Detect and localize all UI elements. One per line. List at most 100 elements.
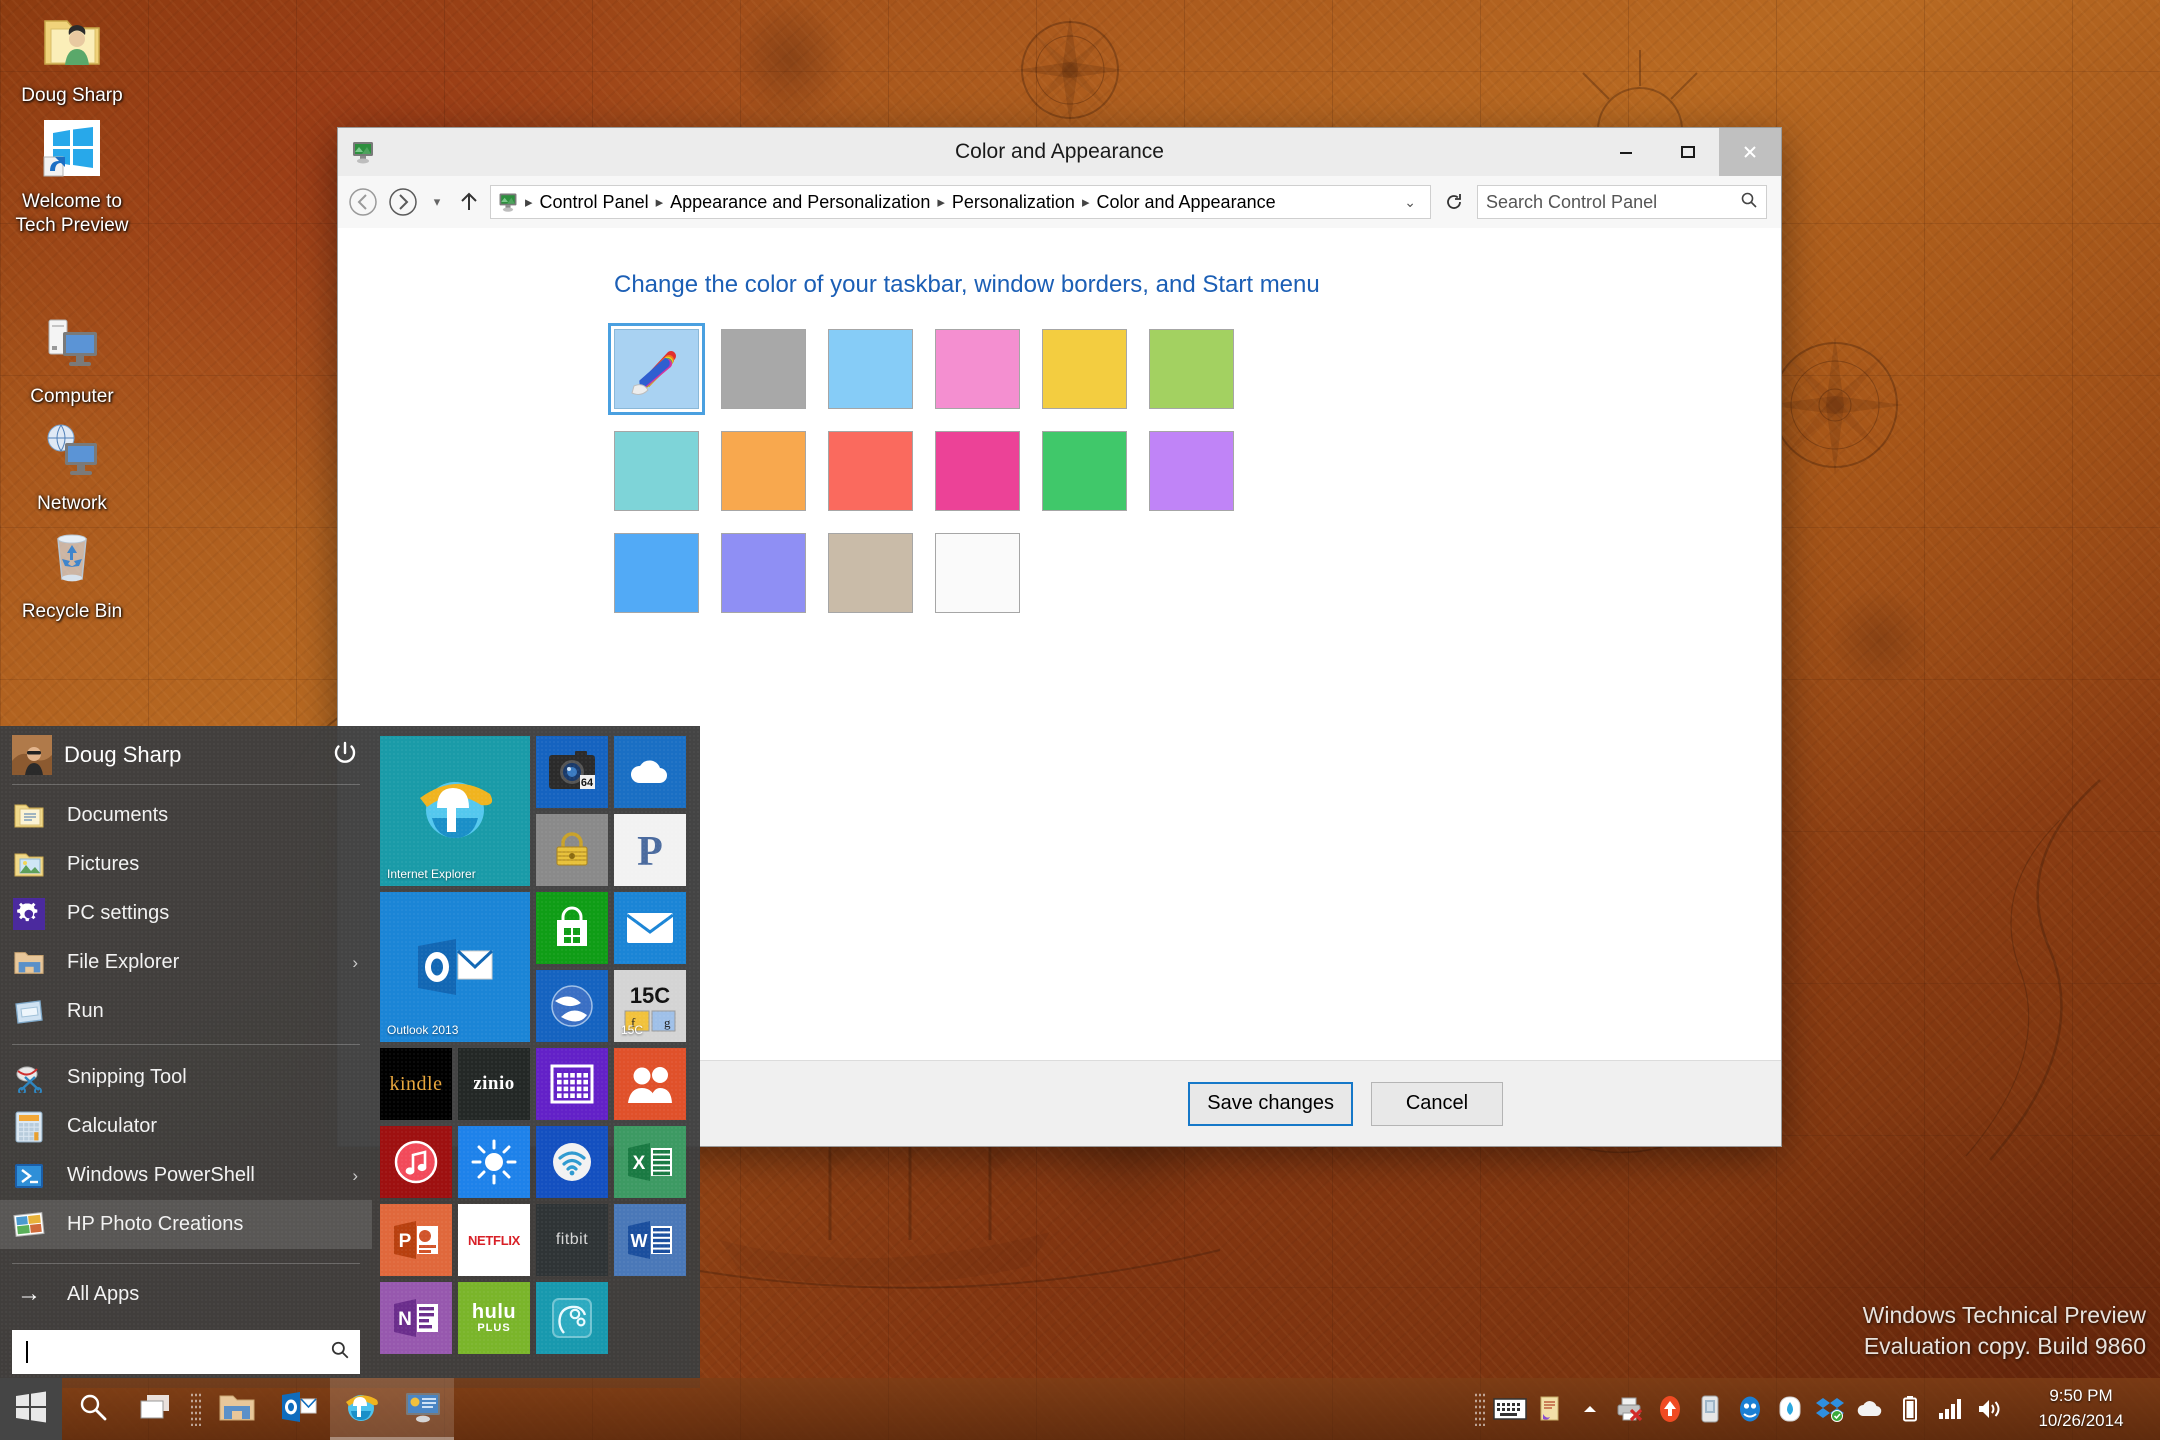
taskbar-separator-grip[interactable]: [186, 1378, 206, 1440]
tile-people[interactable]: [614, 1048, 686, 1120]
color-swatch-taupe[interactable]: [828, 533, 913, 613]
tile-outlook-2013[interactable]: Outlook 2013: [380, 892, 530, 1042]
back-arrow-icon[interactable]: [346, 185, 380, 219]
start-menu-item-documents[interactable]: Documents: [0, 791, 372, 840]
color-swatch-orange[interactable]: [721, 431, 806, 511]
tile-kindle[interactable]: kindle: [380, 1048, 452, 1120]
taskbar-internet-explorer-button[interactable]: [330, 1378, 392, 1440]
start-menu-items[interactable]: Documents Pictures PC settings File Explore…: [0, 785, 372, 1249]
start-user-row[interactable]: Doug Sharp: [0, 726, 372, 784]
color-swatch-periwinkle[interactable]: [721, 533, 806, 613]
desktop-icon-user-folder[interactable]: Doug Sharp: [6, 4, 138, 108]
color-swatch-violet[interactable]: [1149, 431, 1234, 511]
close-button[interactable]: [1719, 128, 1781, 176]
signal-bars-icon[interactable]: [1930, 1378, 1970, 1440]
color-swatch-magenta[interactable]: [935, 431, 1020, 511]
start-menu-item-pictures[interactable]: Pictures: [0, 840, 372, 889]
device-icon[interactable]: [1690, 1378, 1730, 1440]
tile-powerpoint[interactable]: P: [380, 1204, 452, 1276]
speaker-icon[interactable]: [1970, 1378, 2010, 1440]
tile-wifi-analyzer[interactable]: [536, 1126, 608, 1198]
desktop-icon-computer[interactable]: Computer: [6, 305, 138, 409]
taskbar[interactable]: 9:50 PM 10/26/2014: [0, 1378, 2160, 1440]
color-swatch-turquoise[interactable]: [614, 431, 699, 511]
breadcrumb-item-control-panel[interactable]: Control Panel: [537, 192, 652, 213]
battery-icon[interactable]: [1890, 1378, 1930, 1440]
breadcrumb-item-appearance[interactable]: Appearance and Personalization: [667, 192, 933, 213]
note-icon[interactable]: [1530, 1378, 1570, 1440]
color-swatch-lime-green[interactable]: [1149, 329, 1234, 409]
taskbar-task-view-button[interactable]: [124, 1378, 186, 1440]
tile-camera-64[interactable]: 64: [536, 736, 608, 808]
desktop-icon-welcome[interactable]: Welcome to Tech Preview: [6, 110, 138, 239]
tile-pandora[interactable]: P: [614, 814, 686, 886]
taskbar-control-panel-button[interactable]: [392, 1378, 454, 1440]
up-arrow-icon[interactable]: [454, 191, 484, 213]
tile-calendar[interactable]: [536, 1048, 608, 1120]
color-swatch-automatic[interactable]: [608, 323, 705, 415]
tile-excel[interactable]: X: [614, 1126, 686, 1198]
start-menu-item-snipping-tool[interactable]: Snipping Tool: [0, 1053, 372, 1102]
start-button[interactable]: [0, 1378, 62, 1440]
tile-word[interactable]: W: [614, 1204, 686, 1276]
taskbar-search-button[interactable]: [62, 1378, 124, 1440]
window-controls[interactable]: [1595, 128, 1781, 176]
start-menu-item-run[interactable]: Run: [0, 987, 372, 1036]
printer-error-icon[interactable]: [1610, 1378, 1650, 1440]
start-menu-item-calculator[interactable]: Calculator: [0, 1102, 372, 1151]
search-input[interactable]: Search Control Panel: [1477, 185, 1767, 219]
tile-hulu-plus[interactable]: hulu PLUS: [458, 1282, 530, 1354]
drop-icon[interactable]: [1770, 1378, 1810, 1440]
start-menu-item-file-explorer[interactable]: File Explorer ›: [0, 938, 372, 987]
power-icon[interactable]: [332, 740, 358, 771]
recent-locations-chevron-down-icon[interactable]: ▾: [426, 194, 448, 210]
start-menu-item-hp-photo-creations[interactable]: HP Photo Creations: [0, 1200, 372, 1249]
tile-mind-app[interactable]: [536, 1282, 608, 1354]
tile-weather[interactable]: [458, 1126, 530, 1198]
breadcrumb[interactable]: ▸ Control Panel ▸ Appearance and Persona…: [490, 185, 1431, 219]
desktop-icon-recycle-bin[interactable]: Recycle Bin: [6, 520, 138, 624]
color-swatch-grid[interactable]: [338, 299, 1238, 613]
tile-store[interactable]: [536, 892, 608, 964]
tile-google-earth[interactable]: [536, 970, 608, 1042]
cloud-icon[interactable]: [1850, 1378, 1890, 1440]
chevron-up-icon[interactable]: [1570, 1378, 1610, 1440]
refresh-icon[interactable]: [1437, 192, 1471, 212]
breadcrumb-item-personalization[interactable]: Personalization: [949, 192, 1078, 213]
tile-itunes[interactable]: [380, 1126, 452, 1198]
tile-secure-vault[interactable]: [536, 814, 608, 886]
start-menu[interactable]: Doug Sharp Documents Pictures PC settings F…: [0, 726, 700, 1388]
tile-onedrive[interactable]: [614, 736, 686, 808]
start-menu-item-windows-powershell[interactable]: Windows PowerShell ›: [0, 1151, 372, 1200]
shield-blue-icon[interactable]: [1730, 1378, 1770, 1440]
tile-fitbit[interactable]: fitbit: [536, 1204, 608, 1276]
breadcrumb-item-color-and-appearance[interactable]: Color and Appearance: [1093, 192, 1278, 213]
desktop-icon-network[interactable]: Network: [6, 412, 138, 516]
tile-internet-explorer[interactable]: Internet Explorer: [380, 736, 530, 886]
keyboard-icon[interactable]: [1490, 1378, 1530, 1440]
start-search-input[interactable]: [12, 1330, 360, 1374]
save-changes-button[interactable]: Save changes: [1188, 1081, 1353, 1126]
dropbox-icon[interactable]: [1810, 1378, 1850, 1440]
taskbar-outlook-button[interactable]: [268, 1378, 330, 1440]
color-swatch-pink[interactable]: [935, 329, 1020, 409]
window-titlebar[interactable]: Color and Appearance: [338, 128, 1781, 176]
up-arrow-circle-icon[interactable]: [1650, 1378, 1690, 1440]
tile-netflix[interactable]: NETFLIX: [458, 1204, 530, 1276]
address-bar[interactable]: ▾ ▸ Control Panel ▸ Appearance and Perso…: [338, 176, 1781, 228]
all-apps-button[interactable]: → All Apps: [0, 1264, 372, 1324]
chevron-right-icon[interactable]: ›: [352, 953, 358, 973]
color-swatch-blue[interactable]: [614, 533, 699, 613]
system-tray[interactable]: 9:50 PM 10/26/2014: [1470, 1378, 2160, 1440]
color-swatch-yellow[interactable]: [1042, 329, 1127, 409]
color-swatch-gray[interactable]: [721, 329, 806, 409]
color-swatch-salmon-red[interactable]: [828, 431, 913, 511]
forward-arrow-icon[interactable]: [386, 185, 420, 219]
start-menu-item-pc-settings[interactable]: PC settings: [0, 889, 372, 938]
chevron-right-icon[interactable]: ›: [352, 1166, 358, 1186]
color-swatch-light-blue[interactable]: [828, 329, 913, 409]
tray-grip[interactable]: [1470, 1378, 1490, 1440]
taskbar-clock[interactable]: 9:50 PM 10/26/2014: [2010, 1384, 2160, 1433]
avatar[interactable]: [12, 735, 52, 775]
color-swatch-white[interactable]: [935, 533, 1020, 613]
